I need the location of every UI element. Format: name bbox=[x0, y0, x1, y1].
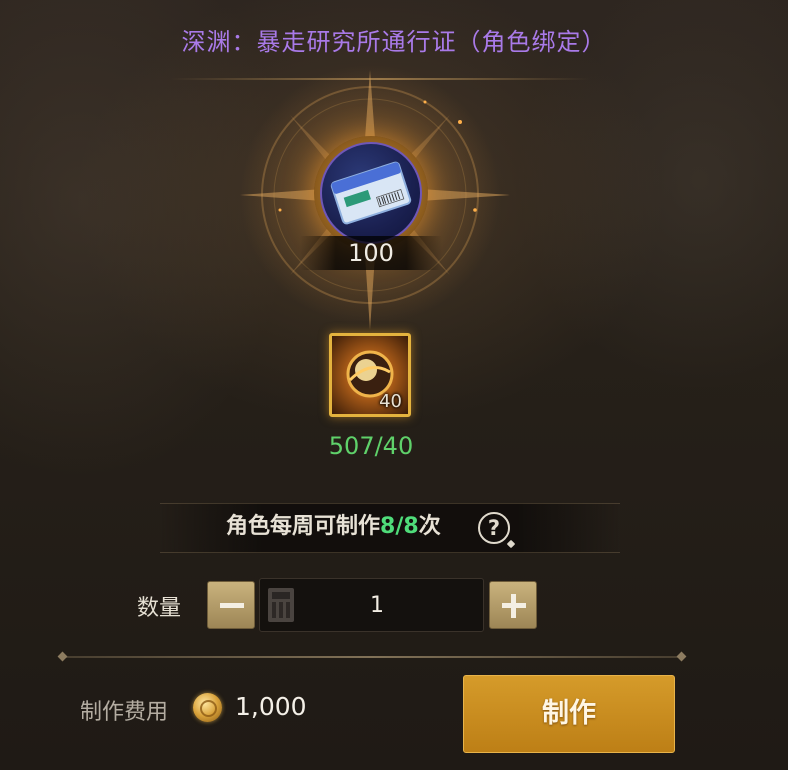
question-magnifier-icon[interactable]: ? bbox=[478, 512, 516, 549]
section-divider bbox=[62, 656, 682, 658]
help-glyph: ? bbox=[487, 516, 501, 540]
decrease-button[interactable] bbox=[207, 581, 255, 629]
weekly-limit-max: 8 bbox=[403, 514, 419, 539]
material-slot[interactable]: 40 bbox=[329, 333, 411, 417]
gold-coin-icon bbox=[193, 693, 222, 722]
craft-cost-value: 1,000 bbox=[235, 692, 307, 721]
calculator-icon[interactable] bbox=[268, 588, 294, 622]
pass-ticket-icon bbox=[320, 142, 422, 244]
item-title: 深渊：暴走研究所通行证（角色绑定） bbox=[181, 28, 607, 56]
weekly-limit-current: 8 bbox=[380, 514, 396, 539]
quantity-field[interactable] bbox=[259, 578, 484, 633]
minus-icon bbox=[220, 603, 244, 608]
weekly-limit-suffix: 次 bbox=[418, 514, 441, 539]
product-quantity: 100 bbox=[300, 236, 442, 270]
quantity-label: 数量 bbox=[137, 596, 182, 621]
weekly-limit-prefix: 角色每周可制作 bbox=[226, 514, 381, 539]
material-required-quantity: 40 bbox=[379, 391, 402, 412]
quantity-input[interactable] bbox=[300, 579, 454, 633]
product-slot[interactable] bbox=[314, 136, 428, 250]
material-progress: 507/40 bbox=[328, 432, 414, 460]
craft-button[interactable]: 制作 bbox=[463, 675, 675, 753]
weekly-limit-text: 角色每周可制作8/8次 bbox=[226, 513, 441, 541]
increase-button[interactable] bbox=[489, 581, 537, 629]
craft-cost-label: 制作费用 bbox=[80, 700, 169, 725]
